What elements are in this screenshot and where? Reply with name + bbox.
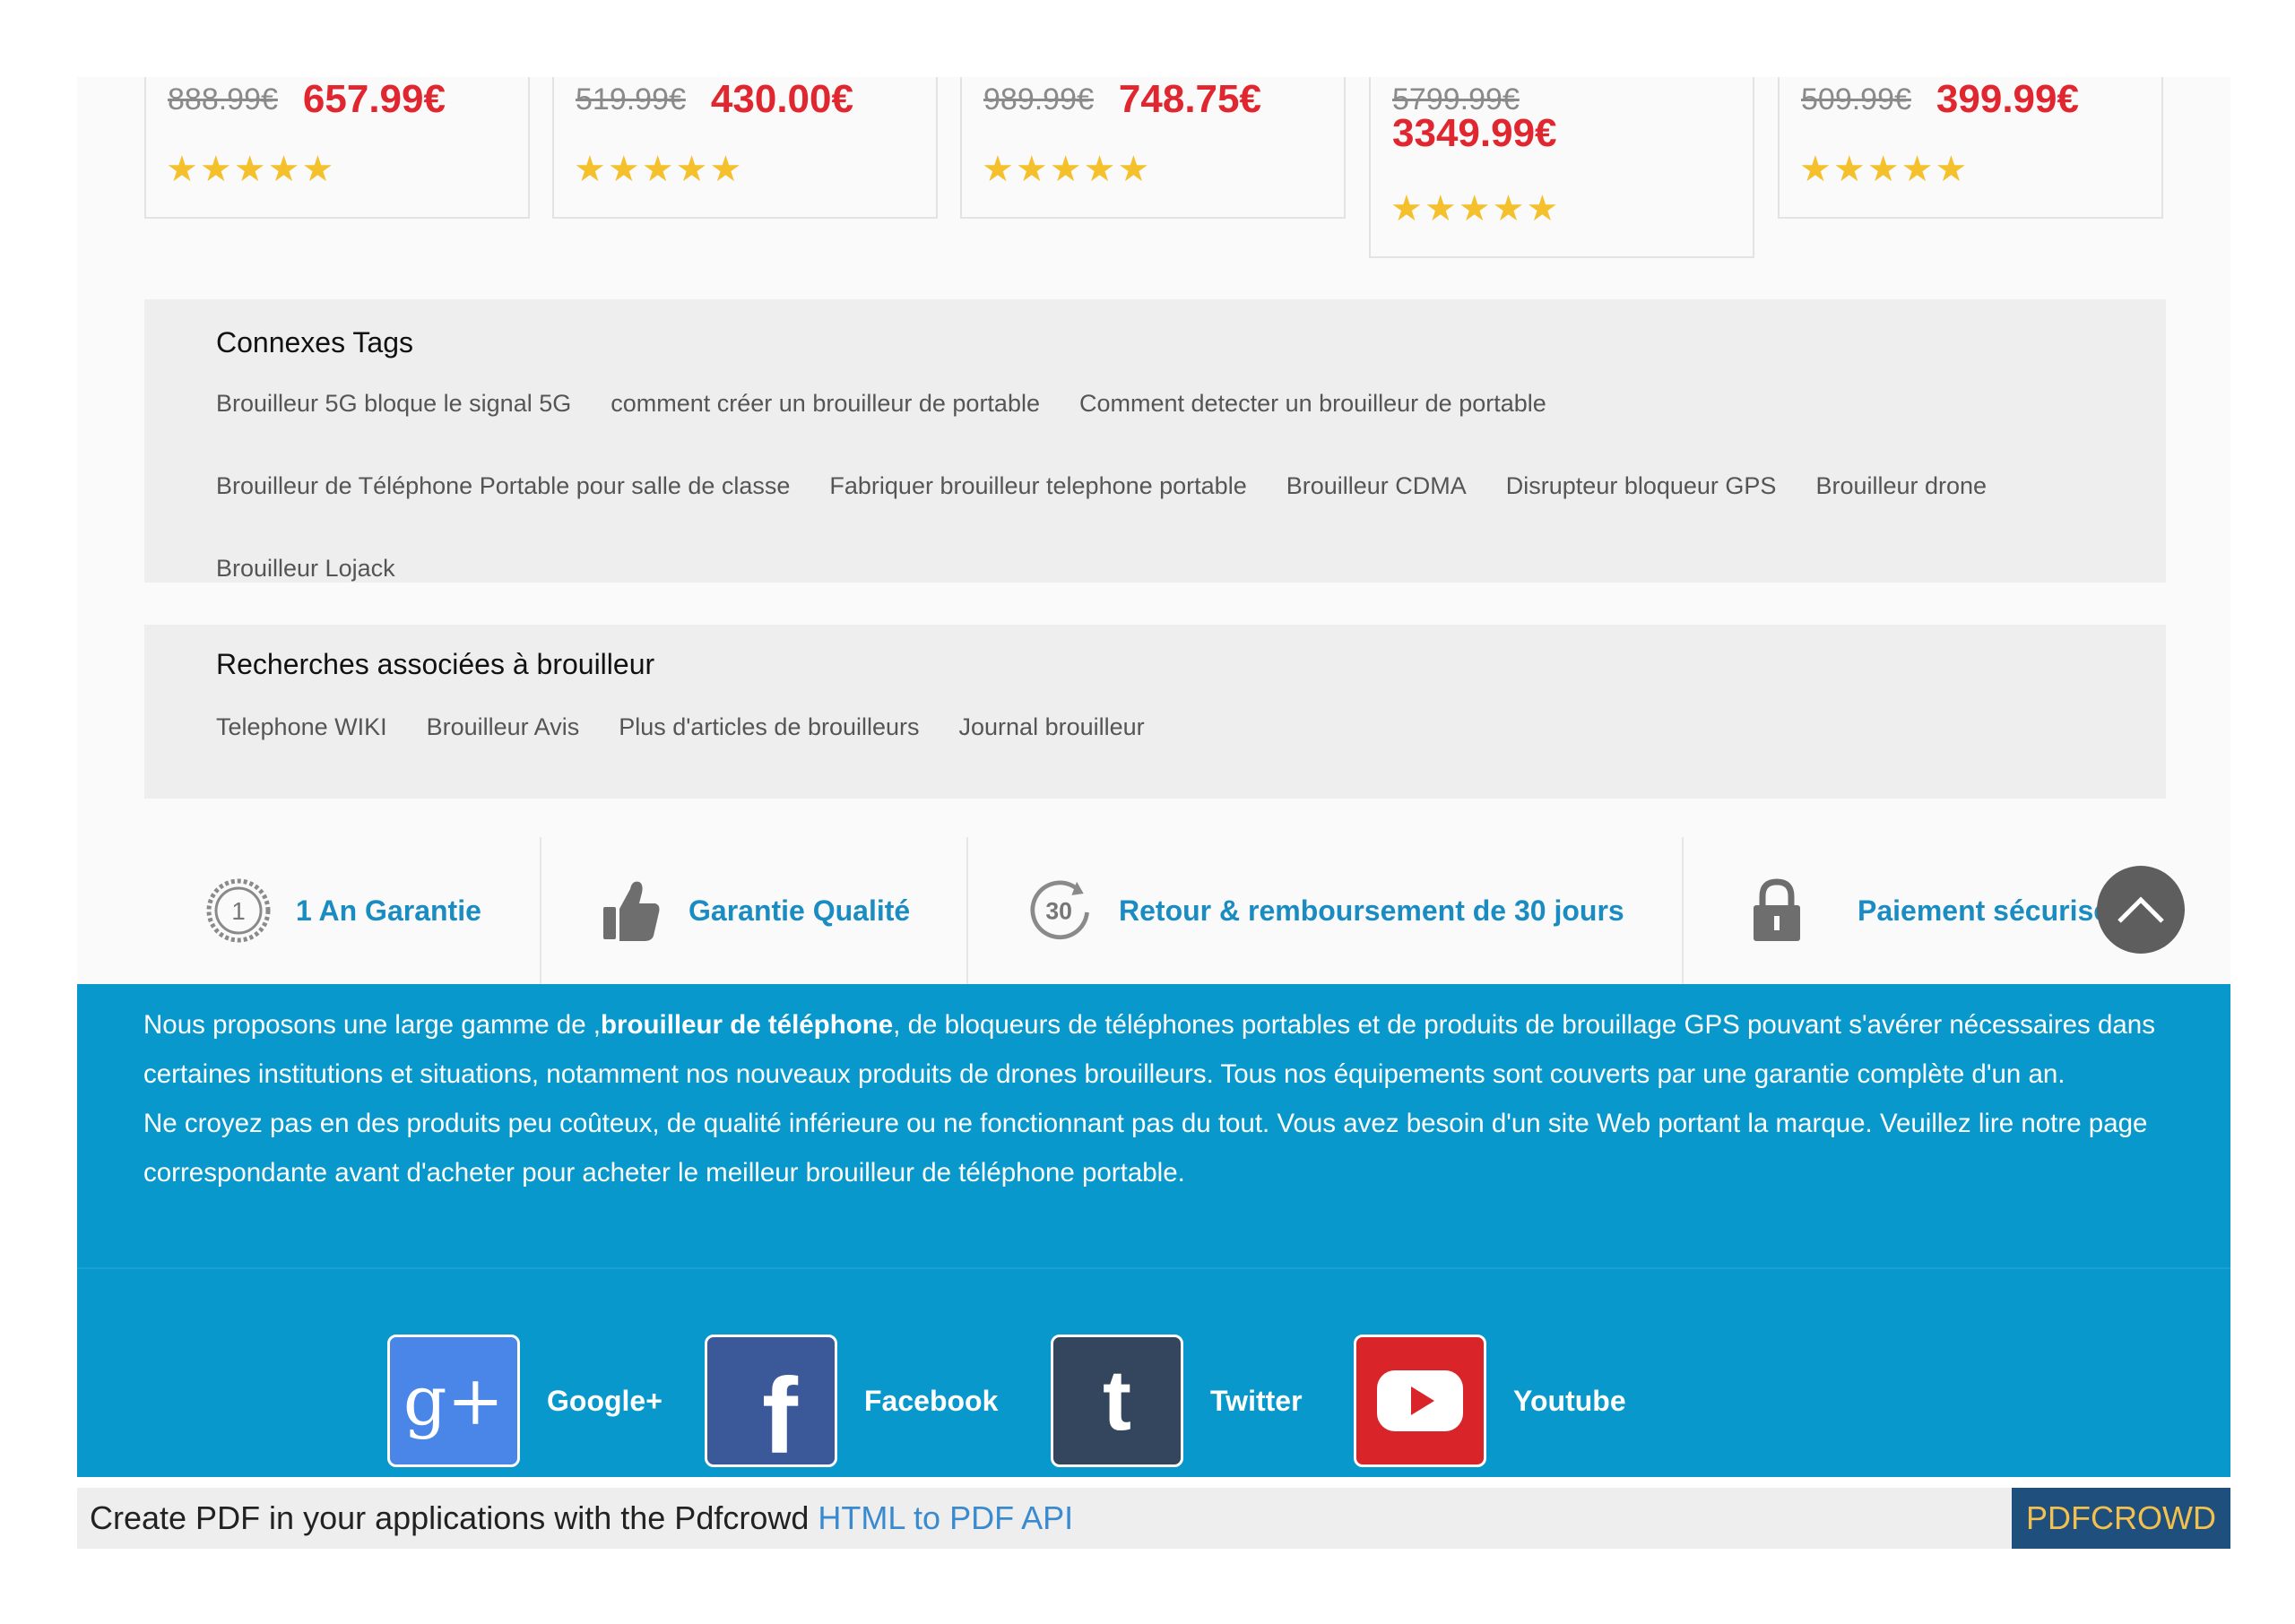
feature-label: Garantie Qualité [688,894,911,927]
new-price: 430.00€ [710,77,853,121]
info-section: Nous proposons une large gamme de ,broui… [77,984,2230,1269]
tags-panel: Connexes Tags Brouilleur 5G bloque le si… [144,299,2166,583]
tag-link[interactable]: comment créer un brouilleur de portable [611,389,1040,418]
chevron-up-icon [2117,896,2164,923]
feature-return: 30 Retour & remboursement de 30 jours [1027,837,1624,984]
related-searches-title: Recherches associées à brouilleur [216,648,655,680]
tumblr-icon: t [1051,1335,1183,1467]
page: 888.99€ 657.99€ ★★★★★ 519.99€ 430.00€ ★★… [77,77,2230,1477]
info-bold-link[interactable]: brouilleur de téléphone [601,1010,893,1040]
tag-link[interactable]: Brouilleur CDMA [1286,471,1467,500]
feature-quality: Garantie Qualité [597,837,910,984]
price-line: 989.99€ 748.75€ [983,77,1261,122]
tag-link[interactable]: Brouilleur 5G bloque le signal 5G [216,389,571,418]
old-price: 519.99€ [576,82,686,117]
tags-panel-title: Connexes Tags [216,326,413,358]
price-line: 888.99€ 657.99€ [168,77,446,122]
pdfcrowd-text: Create PDF in your applications with the… [90,1488,1073,1549]
rating-stars: ★★★★★ [574,150,744,189]
product-card[interactable]: 888.99€ 657.99€ ★★★★★ [144,77,530,219]
social-label: Facebook [864,1384,999,1417]
info-text-part: Nous proposons une large gamme de , [143,1010,601,1040]
info-paragraph-2: Ne croyez pas en des produits peu coûteu… [143,1109,2148,1188]
facebook-icon: f [705,1335,837,1467]
social-links: g+ Google+ f Facebook t Twitter Youtube [77,1269,2230,1477]
price-line: 509.99€ 399.99€ [1801,77,2079,122]
product-card[interactable]: 5799.99€ 3349.99€ ★★★★★ [1369,77,1754,258]
related-links: Telephone WIKI Brouilleur Avis Plus d'ar… [216,713,2112,741]
pdfcrowd-footer: Create PDF in your applications with the… [77,1488,2230,1549]
icon-glyph: t [1103,1352,1131,1448]
related-link[interactable]: Telephone WIKI [216,713,387,741]
social-twitter[interactable]: t Twitter [1051,1334,1303,1468]
old-price: 888.99€ [168,82,278,117]
feature-secure-payment: Paiement sécurisé [1743,837,2109,984]
lock-icon [1743,877,1811,945]
tag-link[interactable]: Fabriquer brouilleur telephone portable [829,471,1246,500]
related-link[interactable]: Brouilleur Avis [427,713,580,741]
new-price: 3349.99€ [1392,111,1557,155]
tag-link[interactable]: Brouilleur Lojack [216,554,395,583]
new-price: 748.75€ [1118,77,1261,121]
tag-link[interactable]: Disrupteur bloqueur GPS [1506,471,1777,500]
social-label: Google+ [547,1384,663,1417]
pdfcrowd-message: Create PDF in your applications with the… [90,1499,818,1536]
rating-stars: ★★★★★ [1390,189,1561,229]
info-paragraph-1: Nous proposons une large gamme de ,broui… [143,1000,2169,1099]
icon-glyph: g+ [403,1361,505,1440]
social-youtube[interactable]: Youtube [1354,1334,1626,1468]
feature-divider [1682,837,1684,984]
related-link[interactable]: Plus d'articles de brouilleurs [619,713,919,741]
icon-text: 1 [231,897,246,925]
rating-stars: ★★★★★ [982,150,1152,189]
old-price: 989.99€ [983,82,1094,117]
return-30-days-icon: 30 [1027,877,1096,945]
feature-label: Retour & remboursement de 30 jours [1119,894,1624,927]
product-card[interactable]: 519.99€ 430.00€ ★★★★★ [552,77,938,219]
new-price: 657.99€ [302,77,446,121]
feature-label: Paiement sécurisé [1858,894,2110,927]
tag-link[interactable]: Comment detecter un brouilleur de portab… [1079,389,1546,418]
social-google-plus[interactable]: g+ Google+ [387,1334,663,1468]
feature-divider [540,837,541,984]
features-bar: 1 1 An Garantie Garantie Qualité 30 Reto… [77,837,2230,984]
tag-list: Brouilleur 5G bloque le signal 5G commen… [216,389,2112,583]
feature-label: 1 An Garantie [296,894,481,927]
pdfcrowd-badge[interactable]: PDFCROWD [2012,1488,2230,1549]
new-price: 399.99€ [1936,77,2079,121]
one-year-badge-icon: 1 [204,877,273,945]
tag-link[interactable]: Brouilleur drone [1815,471,1987,500]
youtube-icon [1354,1335,1486,1467]
rating-stars: ★★★★★ [166,150,336,189]
icon-text: 30 [1045,898,1072,925]
feature-warranty: 1 1 An Garantie [204,837,481,984]
product-row: 888.99€ 657.99€ ★★★★★ 519.99€ 430.00€ ★★… [144,77,2166,258]
related-link[interactable]: Journal brouilleur [959,713,1145,741]
thumbs-up-icon [597,877,665,945]
rating-stars: ★★★★★ [1799,150,1970,189]
social-label: Youtube [1513,1384,1626,1417]
price-line: 519.99€ 430.00€ [576,77,853,122]
tag-link[interactable]: Brouilleur de Téléphone Portable pour sa… [216,471,790,500]
product-card[interactable]: 989.99€ 748.75€ ★★★★★ [960,77,1346,219]
info-text: Nous proposons une large gamme de ,broui… [143,1000,2169,1197]
feature-divider [966,837,968,984]
pdfcrowd-api-link[interactable]: HTML to PDF API [818,1499,1073,1536]
old-price: 509.99€ [1801,82,1911,117]
social-facebook[interactable]: f Facebook [705,1334,998,1468]
product-card[interactable]: 509.99€ 399.99€ ★★★★★ [1778,77,2163,219]
social-label: Twitter [1210,1384,1303,1417]
back-to-top-button[interactable] [2097,866,2185,954]
icon-glyph: f [762,1356,798,1467]
related-searches-panel: Recherches associées à brouilleur Teleph… [144,625,2166,799]
google-plus-icon: g+ [387,1335,520,1467]
